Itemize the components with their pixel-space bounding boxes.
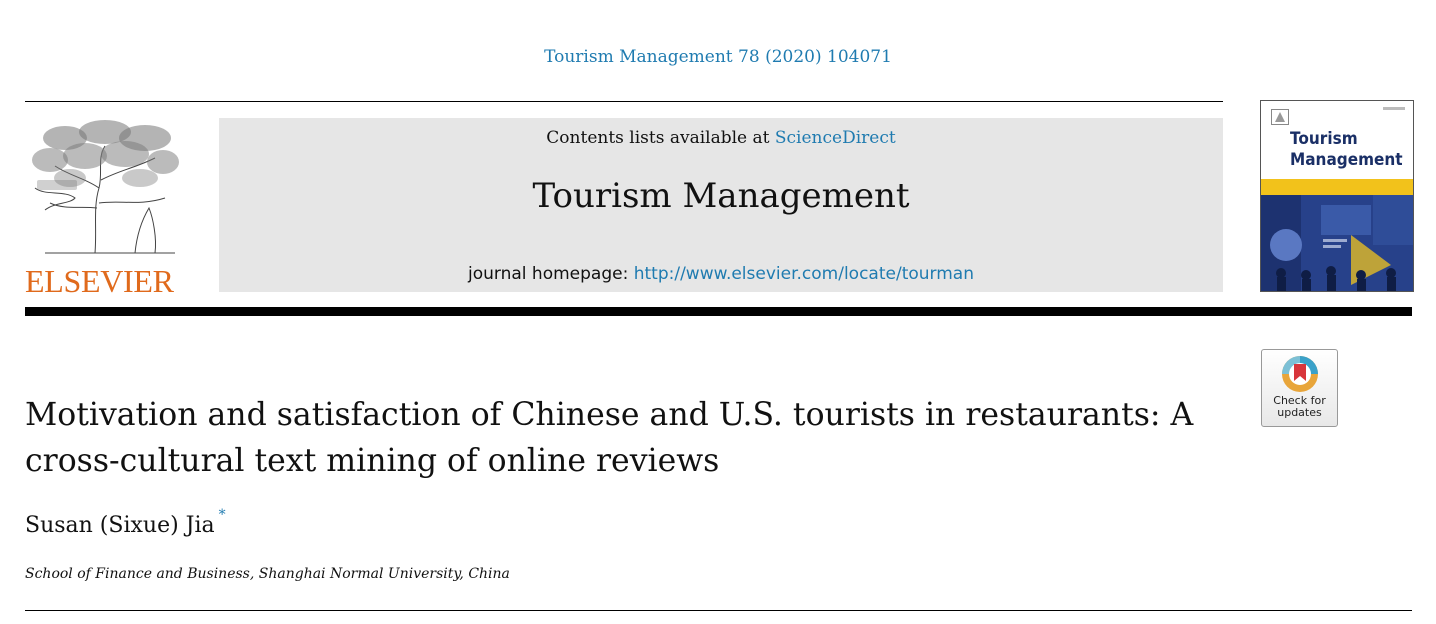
top-divider [25, 101, 1223, 102]
crossmark-icon [1282, 356, 1318, 392]
header-thick-divider [25, 307, 1412, 316]
cover-title: Tourism Management [1290, 129, 1403, 171]
cover-mini-text [1383, 107, 1405, 110]
cover-title-line1: Tourism [1290, 129, 1358, 149]
contents-line: Contents lists available at ScienceDirec… [219, 128, 1223, 148]
journal-citation[interactable]: Tourism Management 78 (2020) 104071 [0, 47, 1436, 67]
publisher-name[interactable]: ELSEVIER [25, 262, 185, 300]
bottom-divider [25, 610, 1412, 611]
corresponding-author-mark[interactable]: * [219, 507, 226, 523]
contents-prefix: Contents lists available at [546, 128, 775, 148]
homepage-prefix: journal homepage: [468, 264, 634, 284]
check-for-updates-button[interactable]: Check for updates [1261, 349, 1338, 427]
journal-homepage-link[interactable]: http://www.elsevier.com/locate/tourman [634, 264, 974, 284]
homepage-line: journal homepage: http://www.elsevier.co… [219, 264, 1223, 284]
author-affiliation: School of Finance and Business, Shanghai… [25, 566, 510, 582]
article-title-line2: cross-cultural text mining of online rev… [25, 443, 720, 479]
author-line: Susan (Sixue) Jia * [25, 507, 226, 538]
journal-cover[interactable]: Tourism Management [1260, 100, 1414, 292]
elsevier-tree-icon [32, 120, 179, 254]
cover-title-line2: Management [1290, 150, 1403, 170]
cover-logo-icon [1271, 109, 1289, 125]
journal-title: Tourism Management [532, 176, 910, 216]
article-title: Motivation and satisfaction of Chinese a… [25, 392, 1245, 484]
check-updates-label: Check for updates [1262, 395, 1337, 419]
cover-photo [1261, 195, 1413, 291]
author-name[interactable]: Susan (Sixue) Jia [25, 513, 215, 538]
sciencedirect-link[interactable]: ScienceDirect [775, 128, 896, 148]
article-title-line1: Motivation and satisfaction of Chinese a… [25, 397, 1194, 433]
cover-band [1261, 179, 1413, 195]
check-updates-line2: updates [1277, 406, 1322, 419]
journal-banner: Contents lists available at ScienceDirec… [219, 118, 1223, 292]
